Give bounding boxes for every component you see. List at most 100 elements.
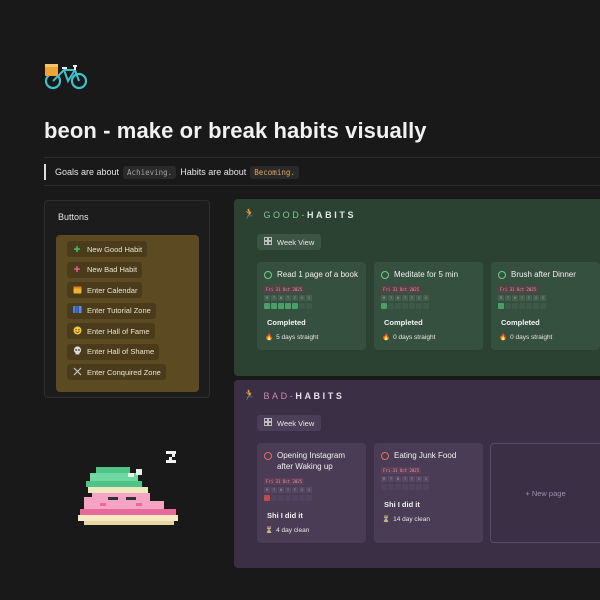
habit-card[interactable]: Opening Instagram after Waking up Fri 31… <box>257 443 366 543</box>
day-check[interactable] <box>533 303 539 309</box>
day-check[interactable] <box>388 484 394 490</box>
quote-code-achieving: Achieving. <box>123 165 177 179</box>
day-check[interactable] <box>409 484 415 490</box>
status-circle-icon[interactable] <box>381 451 389 460</box>
quote-text-2: Habits are about <box>180 167 247 177</box>
day-check[interactable] <box>416 484 422 490</box>
enter-hall-of-fame-button[interactable]: Enter Hall of Fame <box>67 323 155 339</box>
habit-name: Read 1 page of a book <box>277 270 358 279</box>
day-check[interactable] <box>306 303 312 309</box>
weekday-cell: W <box>278 295 284 301</box>
day-check[interactable] <box>264 495 270 501</box>
day-check[interactable] <box>381 484 387 490</box>
day-check[interactable] <box>306 495 312 501</box>
habit-card[interactable]: Brush after Dinner Fri 31 Oct 2025 MTWTF… <box>491 262 600 350</box>
button-label: Enter Tutorial Zone <box>87 306 151 315</box>
day-check[interactable] <box>526 303 532 309</box>
habit-card[interactable]: Read 1 page of a book Fri 31 Oct 2025 MT… <box>257 262 366 350</box>
weekday-cell: M <box>264 295 270 301</box>
weekday-cell: M <box>381 476 387 482</box>
day-check[interactable] <box>540 303 546 309</box>
day-check[interactable] <box>423 484 429 490</box>
weekday-cell: T <box>285 295 291 301</box>
day-check[interactable] <box>395 484 401 490</box>
day-check[interactable] <box>292 495 298 501</box>
day-check[interactable] <box>271 495 277 501</box>
plus-pink-icon: ✚ <box>73 265 81 274</box>
day-check[interactable] <box>292 303 298 309</box>
hourglass-icon: ⏳ <box>265 527 274 534</box>
day-check[interactable] <box>423 303 429 309</box>
status-circle-icon[interactable] <box>264 270 272 279</box>
smiley-icon <box>72 326 82 337</box>
weekday-cell: W <box>395 476 401 482</box>
status-circle-icon[interactable] <box>264 451 272 460</box>
weekday-cell: F <box>526 295 532 301</box>
week-view-tab[interactable]: Week View <box>257 234 322 250</box>
enter-conquired-zone-button[interactable]: Enter Conquired Zone <box>67 364 166 380</box>
day-check[interactable] <box>395 303 401 309</box>
weekday-cell: M <box>498 295 504 301</box>
button-label: New Good Habit <box>87 244 143 254</box>
bicycle-icon <box>44 64 88 90</box>
new-good-habit-button[interactable]: ✚ New Good Habit <box>67 241 148 257</box>
weekday-cell: T <box>271 487 277 493</box>
bad-habits-section: 🏃 BAD-HABITS Week View Opening Instagram… <box>234 380 600 568</box>
day-check[interactable] <box>505 303 511 309</box>
enter-tutorial-zone-button[interactable]: Enter Tutorial Zone <box>67 302 156 319</box>
enter-calendar-button[interactable]: Enter Calendar <box>67 282 143 298</box>
day-check[interactable] <box>416 303 422 309</box>
day-check[interactable] <box>285 495 291 501</box>
divider <box>44 157 600 158</box>
weekday-cell: W <box>395 295 401 301</box>
day-check[interactable] <box>388 303 394 309</box>
day-check[interactable] <box>512 303 518 309</box>
day-check[interactable] <box>409 303 415 309</box>
weekday-cell: T <box>402 476 408 482</box>
date-badge: Fri 31 Oct 2025 <box>381 467 422 474</box>
weekday-cell: S <box>540 295 546 301</box>
habit-card[interactable]: Eating Junk Food Fri 31 Oct 2025 MTWTFSS… <box>374 443 483 543</box>
weekday-cell: S <box>533 295 539 301</box>
status-circle-icon[interactable] <box>381 270 389 279</box>
weekday-cell: M <box>381 295 387 301</box>
weekday-cell: S <box>423 476 429 482</box>
runner-icon: 🏃 <box>243 209 256 220</box>
date-badge: Fri 31 Oct 2025 <box>498 286 539 293</box>
habit-card[interactable]: Meditate for 5 min Fri 31 Oct 2025 MTWTF… <box>374 262 483 350</box>
title-part: BAD- <box>263 390 296 401</box>
day-check[interactable] <box>278 495 284 501</box>
new-page-button[interactable]: + New page <box>490 443 600 543</box>
plus-green-icon: ✚ <box>73 244 81 254</box>
weekday-row: MTWTFSS <box>381 295 429 301</box>
weekday-cell: S <box>299 487 305 493</box>
title-part: GOOD- <box>263 209 307 220</box>
title-part: HABITS <box>295 390 345 401</box>
day-check[interactable] <box>285 303 291 309</box>
new-bad-habit-button[interactable]: ✚ New Bad Habit <box>67 261 143 278</box>
day-check[interactable] <box>271 303 277 309</box>
weekday-cell: S <box>416 476 422 482</box>
day-check[interactable] <box>299 495 305 501</box>
buttons-panel: ✚ New Good Habit ✚ New Bad Habit Enter Cal… <box>56 235 199 392</box>
day-check[interactable] <box>402 303 408 309</box>
divider <box>44 185 600 186</box>
day-check[interactable] <box>498 303 504 309</box>
streak-text: 14 day clean <box>393 515 430 523</box>
day-check[interactable] <box>278 303 284 309</box>
day-check[interactable] <box>381 303 387 309</box>
enter-hall-of-shame-button[interactable]: Enter Hall of Shame <box>67 343 160 360</box>
weekday-cell: W <box>512 295 518 301</box>
day-check[interactable] <box>402 484 408 490</box>
button-label: Enter Hall of Fame <box>87 326 150 336</box>
weekday-cell: S <box>423 295 429 301</box>
good-habits-section: 🏃 GOOD-HABITS Week View Read 1 page of a… <box>234 199 600 376</box>
check-row <box>264 303 312 309</box>
day-check[interactable] <box>299 303 305 309</box>
weekday-cell: T <box>285 487 291 493</box>
week-view-tab[interactable]: Week View <box>257 415 322 431</box>
day-check[interactable] <box>519 303 525 309</box>
day-check[interactable] <box>264 303 270 309</box>
sleeping-kirby-icon <box>78 451 178 525</box>
status-circle-icon[interactable] <box>498 270 506 279</box>
